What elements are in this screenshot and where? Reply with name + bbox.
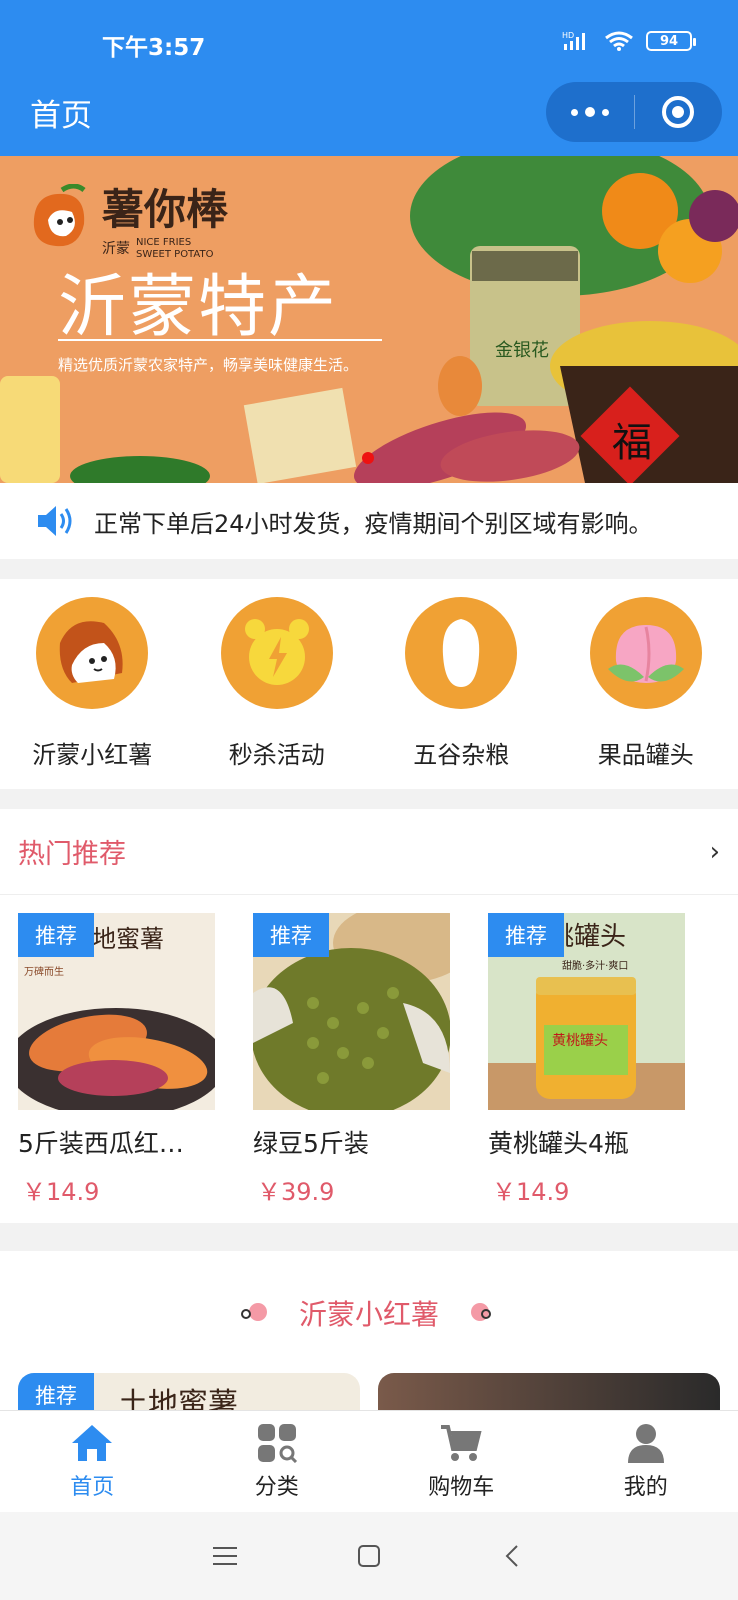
svg-text:金银花: 金银花 [495, 340, 549, 361]
menu-icon[interactable] [213, 1545, 237, 1567]
product-name: 5斤装西瓜红… [18, 1129, 184, 1158]
category-label: 五谷杂粮 [413, 741, 510, 769]
notice-bar: 正常下单后24小时发货，疫情期间个别区域有影响。 [0, 483, 738, 559]
product-image: 推荐 [253, 913, 450, 1110]
banner-divider [58, 339, 382, 341]
page-title: 首页 [30, 98, 92, 134]
battery-icon: 94 [646, 31, 696, 51]
category-label: 果品罐头 [597, 741, 694, 769]
grain-icon [405, 597, 518, 709]
sweet-potato-section: 沂蒙小红薯 推荐 土地蜜薯 [0, 1251, 738, 1410]
banner-title: 沂蒙特产 [58, 268, 339, 347]
carousel-indicator[interactable] [362, 452, 374, 464]
home-icon [72, 1425, 113, 1461]
tab-bar: 首页 分类 购物车 我的 [0, 1410, 738, 1512]
category-label: 秒杀活动 [228, 741, 325, 769]
brand-name: 薯你棒 [102, 185, 229, 234]
tab-label: 分类 [254, 1475, 299, 1500]
category-sweet-potato[interactable]: 沂蒙小红薯 [7, 597, 177, 789]
product-image: 黄桃罐头 桃罐头 甜脆·多汁·爽口 推荐 [488, 913, 685, 1110]
recommend-tag: 推荐 [488, 913, 564, 957]
battery-level: 94 [659, 33, 679, 49]
banner-subtitle: 精选优质沂蒙农家特产，畅享美味健康生活。 [58, 356, 359, 374]
product-card[interactable] [378, 1373, 720, 1410]
recommend-tag: 推荐 [253, 913, 329, 957]
tab-category[interactable]: 分类 [185, 1411, 370, 1512]
alarm-clock-icon [220, 597, 333, 709]
status-icons: HD 94 [562, 30, 696, 52]
tab-label: 购物车 [428, 1475, 495, 1500]
product-card[interactable]: 推荐 土地蜜薯 [18, 1373, 360, 1410]
wifi-icon [605, 31, 633, 51]
tab-me[interactable]: 我的 [554, 1411, 738, 1512]
category-grid: 沂蒙小红薯 秒杀活动 五谷杂粮 果品罐头 [0, 579, 738, 789]
section-header[interactable]: 热门推荐 › [0, 809, 738, 895]
product-image: 地蜜薯 万碑而生 推荐 [18, 913, 215, 1110]
category-flash-sale[interactable]: 秒杀活动 [192, 597, 362, 789]
product-name: 黄桃罐头4瓶 [488, 1129, 629, 1158]
product-name: 绿豆5斤装 [253, 1129, 369, 1158]
close-button[interactable] [635, 82, 723, 142]
tab-home[interactable]: 首页 [0, 1411, 185, 1512]
decor-dot-icon [471, 1303, 497, 1323]
brand-sub-en1: NICE FRIES [136, 237, 192, 248]
product-price: ￥39.9 [257, 1178, 335, 1206]
section-title: 热门推荐 [18, 839, 126, 870]
product-price: ￥14.9 [492, 1178, 570, 1206]
back-icon[interactable] [501, 1544, 525, 1568]
speaker-icon [38, 506, 72, 536]
notice-text: 正常下单后24小时发货，疫情期间个别区域有影响。 [94, 509, 653, 538]
peach-icon [589, 597, 702, 709]
hot-recommendations: 热门推荐 › 地蜜薯 万碑而生 推荐 5斤装西瓜红… ￥14.9 推荐 绿豆5斤… [0, 809, 738, 1223]
product-card[interactable]: 黄桃罐头 桃罐头 甜脆·多汁·爽口 推荐 黄桃罐头4瓶 ￥14.9 [488, 913, 685, 1207]
product-card[interactable]: 地蜜薯 万碑而生 推荐 5斤装西瓜红… ￥14.9 [18, 913, 215, 1207]
promo-banner[interactable]: 福 金银花 薯你棒 沂蒙 NICE FRIES SWEET POTATO 沂蒙特… [0, 156, 738, 483]
category-grains[interactable]: 五谷杂粮 [376, 597, 546, 789]
svg-text:福: 福 [612, 420, 652, 466]
category-icon [257, 1424, 297, 1463]
product-card[interactable]: 推荐 绿豆5斤装 ￥39.9 [253, 913, 450, 1207]
svg-text:地蜜薯: 地蜜薯 [92, 925, 164, 953]
mini-program-capsule [546, 82, 722, 142]
category-canned-fruit[interactable]: 果品罐头 [561, 597, 731, 789]
brand-logo: 薯你棒 沂蒙 NICE FRIES SWEET POTATO [24, 176, 228, 261]
tab-cart[interactable]: 购物车 [369, 1411, 554, 1512]
system-nav-bar [0, 1512, 738, 1600]
app-header: 下午3:57 HD 94 首页 [0, 0, 738, 156]
home-square-icon[interactable] [357, 1544, 381, 1568]
card-image-text: 土地蜜薯 [118, 1387, 238, 1410]
status-time: 下午3:57 [102, 35, 206, 61]
sweet-potato-icon [36, 597, 149, 709]
section-title: 沂蒙小红薯 [298, 1298, 439, 1331]
product-price: ￥14.9 [22, 1178, 100, 1206]
svg-text:甜脆·多汁·爽口: 甜脆·多汁·爽口 [562, 959, 628, 972]
chevron-right-icon[interactable]: › [710, 837, 720, 867]
tab-label: 首页 [70, 1475, 115, 1500]
recommend-tag: 推荐 [18, 913, 94, 957]
tab-label: 我的 [623, 1475, 668, 1500]
more-button[interactable] [546, 82, 634, 142]
svg-text:HD: HD [562, 31, 574, 40]
user-icon [627, 1424, 664, 1463]
decor-dot-icon [240, 1303, 267, 1323]
cart-icon [441, 1425, 482, 1461]
sweet-potato-logo-icon [33, 183, 86, 246]
category-label: 沂蒙小红薯 [32, 741, 153, 769]
product-list: 地蜜薯 万碑而生 推荐 5斤装西瓜红… ￥14.9 推荐 绿豆5斤装 ￥39.9… [0, 895, 738, 1207]
recommend-tag: 推荐 [18, 1373, 94, 1410]
svg-text:黄桃罐头: 黄桃罐头 [552, 1032, 608, 1049]
section-title-row: 沂蒙小红薯 [0, 1293, 738, 1333]
svg-text:万碑而生: 万碑而生 [24, 965, 64, 978]
signal-icon: HD [562, 31, 585, 50]
target-icon [662, 96, 695, 128]
